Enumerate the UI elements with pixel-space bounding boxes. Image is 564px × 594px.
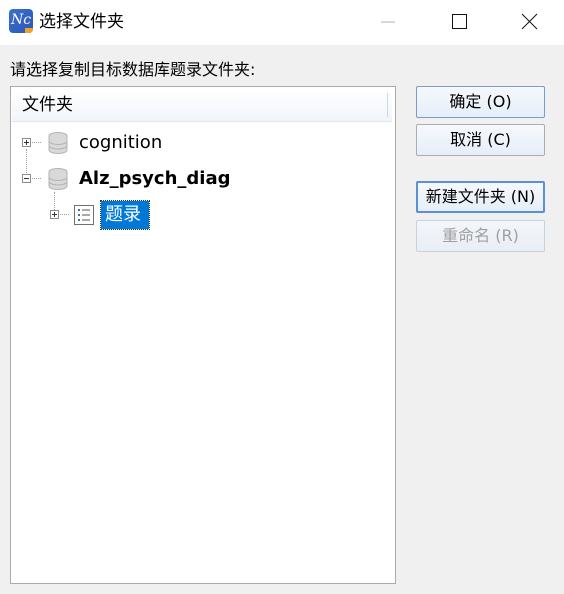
folder-tree[interactable]: 文件夹 cognition Alz_psych_diag 题录 (10, 86, 396, 584)
expand-icon[interactable] (50, 210, 59, 219)
column-separator (387, 93, 388, 117)
select-folder-dialog: Nc 选择文件夹 请选择复制目标数据库题录文件夹: 文件夹 cognition … (0, 0, 564, 594)
tree-node-tilu[interactable]: 题录 (11, 200, 391, 230)
selected-node-highlight[interactable]: 题录 (100, 200, 150, 230)
tree-connector (60, 214, 69, 215)
tree-node-label: cognition (79, 132, 163, 153)
tree-node-label: Alz_psych_diag (79, 168, 231, 189)
maximize-icon (452, 14, 467, 29)
tree-node-label: 题录 (105, 204, 141, 225)
instruction-label: 请选择复制目标数据库题录文件夹: (10, 60, 256, 79)
minimize-icon (381, 21, 395, 23)
list-icon (74, 205, 94, 225)
rename-button[interactable]: 重命名 (R) (416, 220, 545, 252)
tree-column-header[interactable]: 文件夹 (12, 88, 392, 122)
close-button[interactable] (506, 0, 552, 45)
title-bar: Nc 选择文件夹 (0, 0, 564, 45)
tree-connector (32, 178, 41, 179)
window-title: 选择文件夹 (39, 12, 124, 32)
navicat-icon: Nc (9, 9, 33, 33)
tree-node-alz-psych-diag[interactable]: Alz_psych_diag (11, 165, 391, 193)
ok-button[interactable]: 确定 (O) (416, 86, 545, 118)
tree-node-cognition[interactable]: cognition (11, 129, 391, 157)
collapse-icon[interactable] (22, 174, 31, 183)
minimize-button[interactable] (364, 0, 410, 45)
maximize-button[interactable] (436, 0, 482, 45)
cancel-button[interactable]: 取消 (C) (416, 124, 545, 156)
tree-header-label: 文件夹 (22, 95, 73, 115)
database-icon (48, 132, 68, 154)
close-icon (521, 13, 538, 30)
new-folder-button[interactable]: 新建文件夹 (N) (416, 181, 545, 213)
expand-icon[interactable] (22, 138, 31, 147)
database-icon (48, 168, 68, 190)
tree-connector (32, 142, 41, 143)
